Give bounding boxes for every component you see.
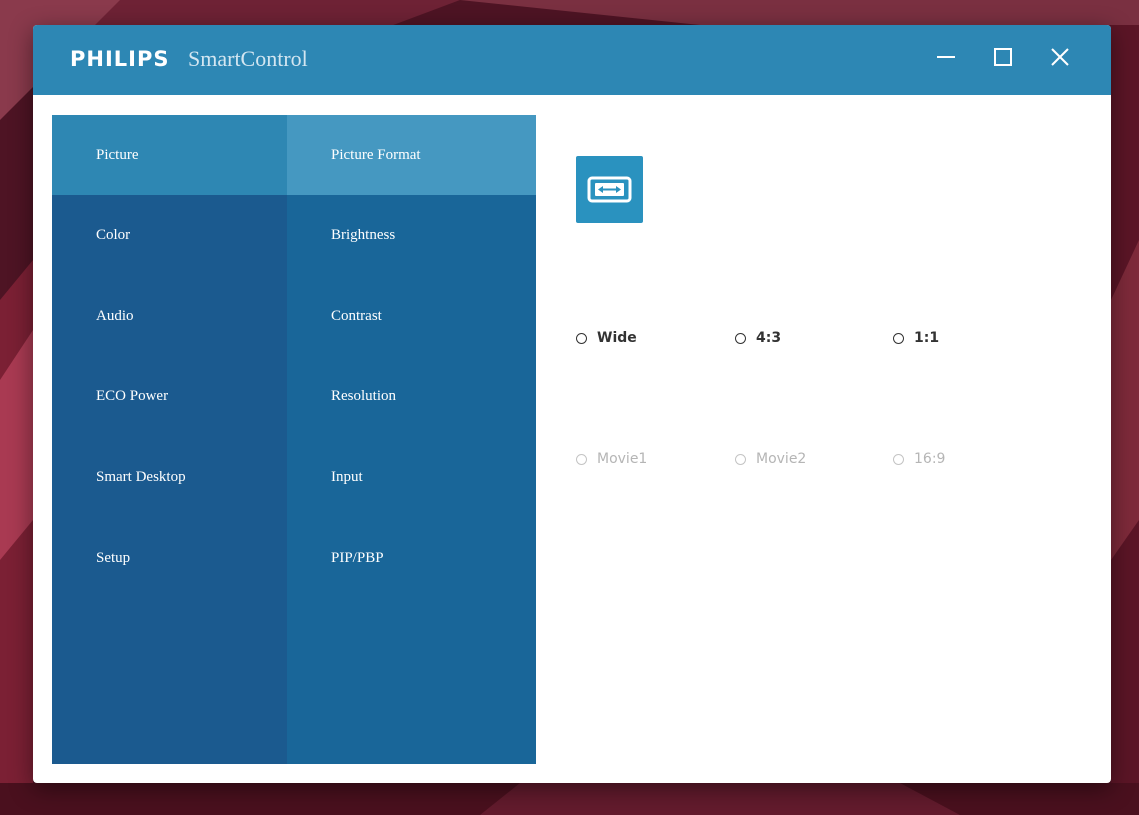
maximize-icon — [994, 48, 1012, 66]
radio-label: 16:9 — [914, 451, 946, 467]
close-icon — [1051, 48, 1069, 66]
philips-logo: PHILIPS — [70, 47, 170, 71]
menu-item-label: ECO Power — [96, 387, 169, 404]
submenu-item-brightness[interactable]: Brightness — [287, 195, 536, 275]
radio-circle — [893, 453, 904, 465]
main-menu: Picture Color Audio ECO Power Smart Desk… — [52, 115, 287, 764]
submenu-item-picture-format[interactable]: Picture Format — [287, 115, 536, 195]
submenu-item-resolution[interactable]: Resolution — [287, 356, 536, 436]
submenu-item-label: Picture Format — [331, 146, 421, 163]
menu-item-setup[interactable]: Setup — [52, 518, 287, 598]
picture-format-icon — [576, 156, 643, 223]
radio-label: 4:3 — [756, 330, 782, 346]
radio-circle[interactable] — [576, 332, 587, 344]
radio-circle[interactable] — [893, 332, 904, 344]
close-button[interactable] — [1045, 42, 1075, 72]
smartcontrol-window: PHILIPS SmartControl Picture Color Audio… — [33, 25, 1111, 783]
submenu-item-label: PIP/PBP — [331, 549, 384, 566]
radio-4-3[interactable]: 4:3 — [735, 330, 781, 346]
radio-label: Movie1 — [597, 451, 648, 467]
menu-item-color[interactable]: Color — [52, 195, 287, 275]
radio-movie1: Movie1 — [576, 451, 647, 467]
submenu-item-label: Input — [331, 468, 363, 485]
menu-item-eco-power[interactable]: ECO Power — [52, 356, 287, 436]
menu-item-label: Audio — [96, 307, 134, 324]
submenu-item-input[interactable]: Input — [287, 437, 536, 517]
radio-circle — [576, 453, 587, 465]
menu-item-label: Picture — [96, 146, 139, 163]
radio-movie2: Movie2 — [735, 451, 806, 467]
minimize-button[interactable] — [931, 42, 961, 72]
submenu-item-pip-pbp[interactable]: PIP/PBP — [287, 518, 536, 598]
radio-circle[interactable] — [735, 332, 746, 344]
menu-item-label: Smart Desktop — [96, 468, 186, 485]
submenu-item-label: Resolution — [331, 387, 397, 404]
maximize-button[interactable] — [988, 42, 1018, 72]
radio-circle — [735, 453, 746, 465]
radio-1-1[interactable]: 1:1 — [893, 330, 939, 346]
title-bar[interactable]: PHILIPS SmartControl — [33, 25, 1111, 95]
radio-label: Wide — [597, 330, 637, 346]
menu-item-label: Setup — [96, 549, 131, 566]
radio-wide[interactable]: Wide — [576, 330, 637, 346]
radio-label: Movie2 — [756, 451, 807, 467]
menu-item-audio[interactable]: Audio — [52, 276, 287, 356]
menu-item-smart-desktop[interactable]: Smart Desktop — [52, 437, 287, 517]
submenu-item-contrast[interactable]: Contrast — [287, 276, 536, 356]
radio-16-9: 16:9 — [893, 451, 945, 467]
submenu-item-label: Contrast — [331, 307, 382, 324]
menu-item-label: Color — [96, 226, 131, 243]
sub-menu: Picture Format Brightness Contrast Resol… — [287, 115, 536, 764]
radio-label: 1:1 — [914, 330, 940, 346]
menu-item-picture[interactable]: Picture — [52, 115, 287, 195]
submenu-item-label: Brightness — [331, 226, 396, 243]
app-title: SmartControl — [188, 46, 308, 71]
minimize-icon — [937, 56, 955, 58]
